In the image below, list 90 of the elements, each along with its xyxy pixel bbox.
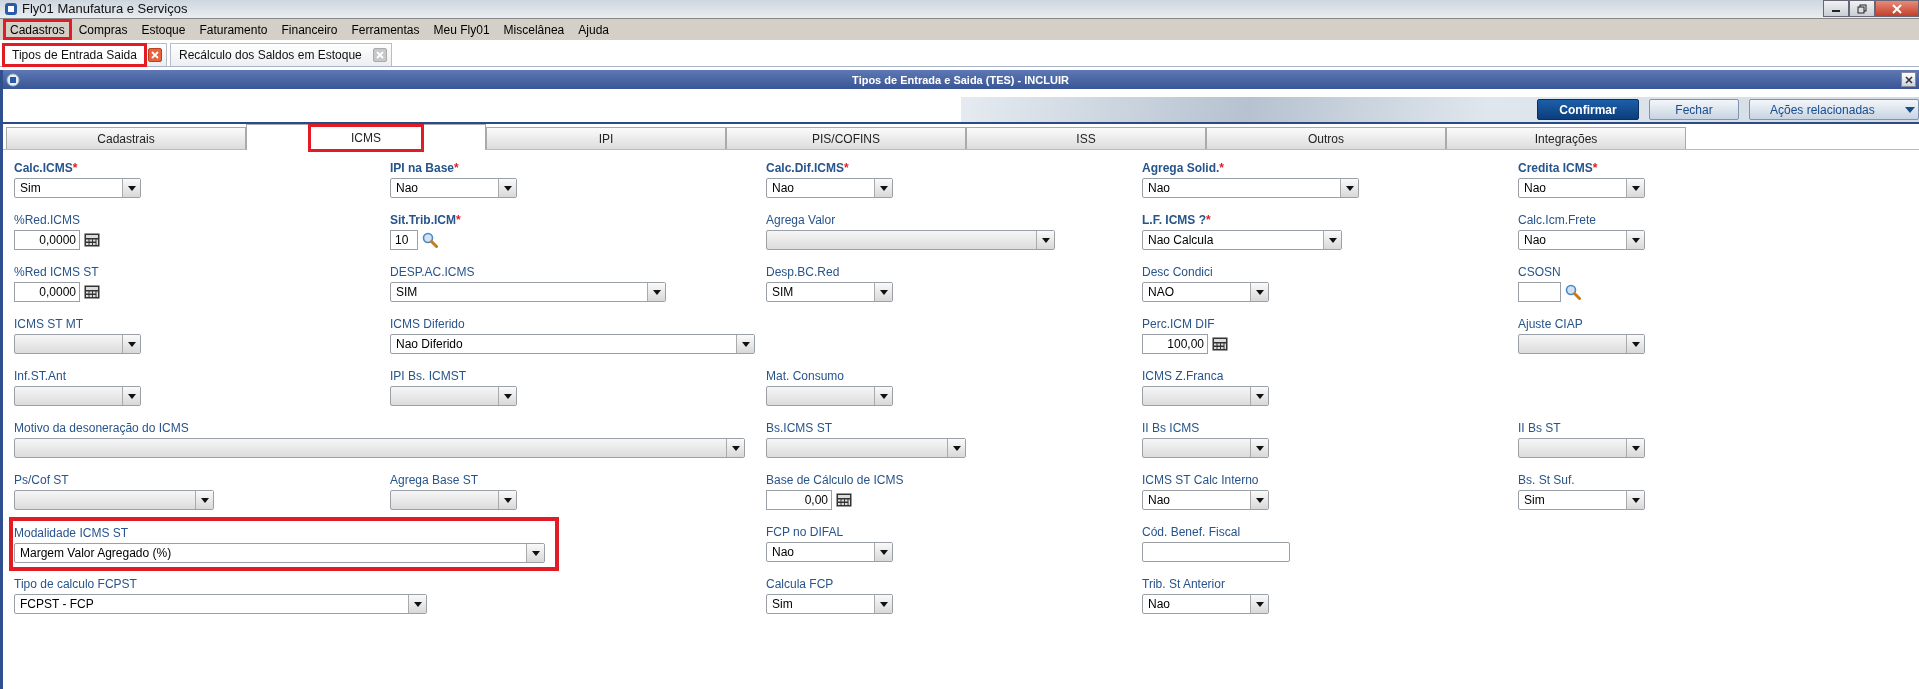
tab[interactable]: IPI [486, 127, 726, 149]
field-label: IPI Bs. ICMST [390, 369, 466, 383]
field-label: %Red ICMS ST [14, 265, 99, 279]
field-label: Trib. St Anterior [1142, 577, 1225, 591]
field-label: Sit.Trib.ICM [390, 213, 456, 227]
dropdown[interactable]: Nao [390, 178, 517, 198]
dropdown[interactable]: SIM [766, 282, 893, 302]
required-asterisk: * [1219, 161, 1224, 175]
field-label: Cód. Benef. Fiscal [1142, 525, 1241, 539]
field-label: L.F. ICMS ? [1142, 213, 1206, 227]
dropdown[interactable]: Sim [1518, 490, 1645, 510]
menu-item[interactable]: Ferramentas [344, 19, 427, 40]
menu-item[interactable]: Ajuda [571, 19, 616, 40]
field-label: Mat. Consumo [766, 369, 845, 383]
field-label: IPI na Base [390, 161, 455, 175]
code-field[interactable]: 10 [390, 230, 418, 250]
dropdown[interactable]: Nao [1142, 178, 1359, 198]
field-label: ICMS ST MT [14, 317, 84, 331]
menu-item[interactable]: Meu Fly01 [426, 19, 497, 40]
dropdown[interactable]: Nao [766, 542, 893, 562]
tab[interactable]: Cadastrais [6, 127, 246, 149]
field-label: Ajuste CIAP [1518, 317, 1583, 331]
required-asterisk: * [1592, 161, 1598, 175]
field-label: ICMS Z.Franca [1142, 369, 1224, 383]
number-field[interactable]: 0,0000 [14, 282, 80, 302]
field-label: Perc.ICM DIF [1142, 317, 1215, 331]
tab[interactable]: Outros [1206, 127, 1446, 149]
menu-item[interactable]: Miscelânea [496, 19, 572, 40]
field-label: Tipo de calculo FCPST [14, 577, 137, 591]
menu-item[interactable]: Estoque [134, 19, 193, 40]
number-field[interactable]: 0,0000 [14, 230, 80, 250]
field-label: ICMS ST Calc Interno [1142, 473, 1259, 487]
dropdown[interactable]: Nao Calcula [1142, 230, 1342, 250]
dropdown[interactable]: Nao [1142, 490, 1269, 510]
dropdown[interactable]: Sim [14, 178, 141, 198]
dialog-title: Tipos de Entrada e Saida (TES) - INCLUIR [851, 73, 1070, 86]
dropdown[interactable]: FCPST - FCP [14, 594, 427, 614]
actions-menu-button[interactable]: Ações relacionadas [1749, 99, 1919, 120]
field-label: Modalidade ICMS ST [14, 526, 129, 540]
confirm-button[interactable]: Confirmar [1537, 99, 1639, 120]
dropdown[interactable]: Nao [766, 178, 893, 198]
menu-item[interactable]: Compras [71, 19, 135, 40]
field-label: Calc.Dif.ICMS [766, 161, 844, 175]
field-label: Bs.ICMS ST [766, 421, 832, 435]
dropdown[interactable]: Nao [1518, 230, 1645, 250]
field-label: Calc.ICMS [14, 161, 73, 175]
field-label: Agrega Valor [766, 213, 836, 227]
dropdown[interactable]: Nao Diferido [390, 334, 755, 354]
dropdown[interactable]: SIM [390, 282, 666, 302]
field-label: ICMS Diferido [390, 317, 465, 331]
field-label: Base de Cálculo de ICMS [766, 473, 904, 487]
field-label: Agrega Solid. [1142, 161, 1220, 175]
required-asterisk: * [72, 161, 78, 175]
required-asterisk: * [456, 213, 461, 227]
field-label: Ps/Cof ST [14, 473, 69, 487]
number-field[interactable]: 100,00 [1142, 334, 1208, 354]
field-label: DESP.AC.ICMS [390, 265, 475, 279]
app-title: Fly01 Manufatura e Serviços [22, 2, 188, 16]
field-label: Credita ICMS [1518, 161, 1593, 175]
dropdown[interactable]: Nao [1518, 178, 1645, 198]
dropdown[interactable]: Margem Valor Agregado (%) [14, 543, 545, 563]
number-field[interactable]: 0,00 [766, 490, 832, 510]
close-dialog-button[interactable]: Fechar [1649, 99, 1739, 120]
dropdown[interactable]: Nao [1142, 594, 1269, 614]
dropdown[interactable]: NAO [1142, 282, 1269, 302]
field-label: II Bs ST [1518, 421, 1561, 435]
field-label: %Red.ICMS [14, 213, 81, 227]
field-label: Motivo da desoneração do ICMS [14, 421, 189, 435]
dropdown[interactable]: Sim [766, 594, 893, 614]
field-label: Bs. St Suf. [1518, 473, 1575, 487]
menu-item[interactable]: Financeiro [274, 19, 345, 40]
required-asterisk: * [1206, 213, 1211, 227]
field-label: Calcula FCP [766, 577, 834, 591]
field-label: Desp.BC.Red [766, 265, 840, 279]
field-label: FCP no DIFAL [766, 525, 844, 539]
tab[interactable]: ISS [966, 127, 1206, 149]
required-asterisk: * [454, 161, 459, 175]
field-label: Desc Condici [1142, 265, 1213, 279]
document-tab[interactable]: Tipos de Entrada Saida [4, 45, 145, 65]
field-label: Calc.Icm.Frete [1518, 213, 1596, 227]
menu-item[interactable]: Faturamento [192, 19, 275, 40]
field-label: II Bs ICMS [1142, 421, 1200, 435]
tab[interactable]: PIS/COFINS [726, 127, 966, 149]
field-label: CSOSN [1518, 265, 1561, 279]
tab[interactable]: ICMS [246, 124, 486, 150]
required-asterisk: * [844, 161, 849, 175]
field-label: Inf.ST.Ant [14, 369, 67, 383]
tab[interactable]: Integrações [1446, 127, 1686, 149]
field-label: Agrega Base ST [390, 473, 479, 487]
menu-item[interactable]: Cadastros [3, 19, 72, 40]
